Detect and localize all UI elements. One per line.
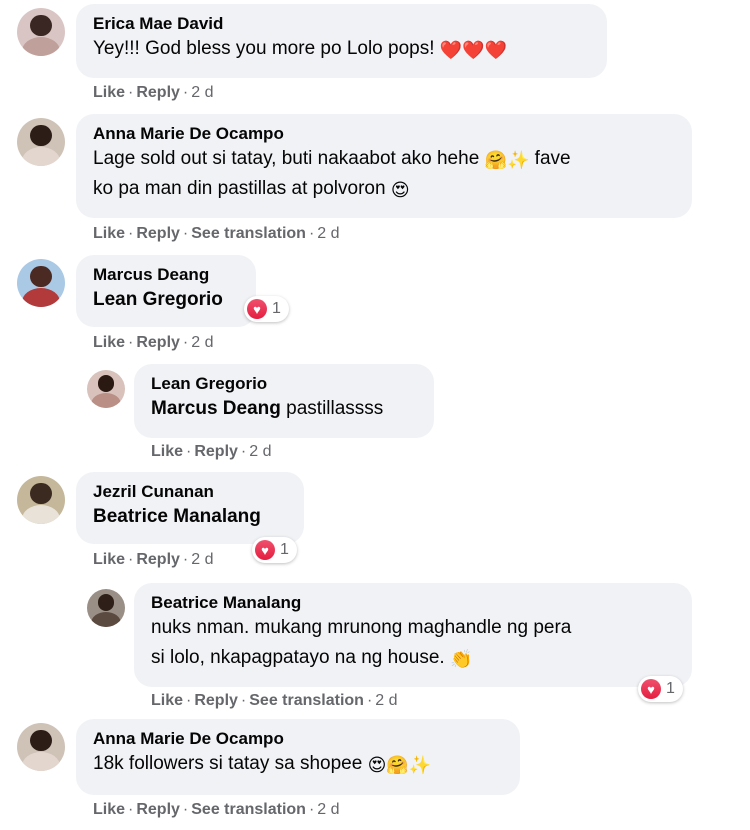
comment-actions: Like · Reply · 2 d: [151, 443, 272, 460]
comment-bubble: Lean Gregorio Marcus Deang pastillassss: [134, 364, 434, 438]
like-link[interactable]: Like: [151, 692, 183, 709]
comment-actions: Like · Reply · See translation · 2 d: [93, 801, 340, 818]
comment-author[interactable]: Erica Mae David: [93, 13, 591, 34]
like-link[interactable]: Like: [93, 801, 125, 818]
reaction-count: 1: [280, 541, 289, 558]
heart-icon: ♥: [247, 299, 267, 319]
like-link[interactable]: Like: [93, 551, 125, 568]
sparkles-emoji: ✨: [506, 150, 530, 170]
comment-text: Lean Gregorio: [93, 285, 240, 315]
comment-author[interactable]: Lean Gregorio: [151, 373, 418, 394]
comment-text: 18k followers si tatay sa shopee 😍🤗✨: [93, 753, 432, 775]
clapping-emoji: 👏: [449, 649, 473, 669]
reaction-count: 1: [272, 300, 281, 317]
avatar[interactable]: [87, 370, 125, 408]
like-link[interactable]: Like: [93, 84, 125, 101]
comment-bubble: Erica Mae David Yey!!! God bless you mor…: [76, 4, 607, 78]
reply-link[interactable]: Reply: [194, 692, 238, 709]
comment-author[interactable]: Beatrice Manalang: [151, 592, 676, 613]
reaction-badge[interactable]: ♥ 1: [252, 537, 297, 563]
avatar[interactable]: [17, 8, 65, 56]
avatar[interactable]: [17, 723, 65, 771]
comment-author[interactable]: Jezril Cunanan: [93, 481, 288, 502]
see-translation-link[interactable]: See translation: [249, 692, 364, 709]
comment-actions: Like · Reply · See translation · 2 d: [151, 692, 398, 709]
timestamp[interactable]: 2 d: [191, 551, 213, 568]
see-translation-link[interactable]: See translation: [191, 225, 306, 242]
comment-text: Lage sold out si tatay, buti nakaabot ak…: [93, 148, 571, 200]
heart-icon: ♥: [641, 679, 661, 699]
reply-link[interactable]: Reply: [136, 801, 180, 818]
reply-link[interactable]: Reply: [136, 225, 180, 242]
comment-text: nuks nman. mukang mrunong maghandle ng p…: [151, 617, 572, 669]
mention-link[interactable]: Marcus Deang: [151, 398, 281, 419]
reply-link[interactable]: Reply: [136, 334, 180, 351]
reaction-badge[interactable]: ♥ 1: [244, 296, 289, 322]
heart-icon: ♥: [255, 540, 275, 560]
sparkles-emoji: ✨: [408, 755, 432, 775]
like-link[interactable]: Like: [151, 443, 183, 460]
avatar[interactable]: [17, 118, 65, 166]
reaction-badge[interactable]: ♥ 1: [638, 676, 683, 702]
comment-actions: Like · Reply · 2 d: [93, 551, 214, 568]
like-link[interactable]: Like: [93, 225, 125, 242]
comment-text: Yey!!! God bless you more po Lolo pops! …: [93, 38, 508, 60]
like-link[interactable]: Like: [93, 334, 125, 351]
comment-bubble: Marcus Deang Lean Gregorio: [76, 255, 256, 327]
timestamp[interactable]: 2 d: [249, 443, 271, 460]
heart-emoji: ❤️: [484, 40, 508, 60]
timestamp[interactable]: 2 d: [317, 225, 339, 242]
avatar[interactable]: [87, 589, 125, 627]
reply-link[interactable]: Reply: [136, 84, 180, 101]
comment-bubble: Anna Marie De Ocampo 18k followers si ta…: [76, 719, 520, 795]
comment-bubble: Beatrice Manalang nuks nman. mukang mrun…: [134, 583, 692, 687]
timestamp[interactable]: 2 d: [191, 84, 213, 101]
comment-actions: Like · Reply · See translation · 2 d: [93, 225, 340, 242]
hugging-emoji: 🤗: [386, 755, 409, 775]
heart-emoji: ❤️: [439, 40, 463, 60]
reply-link[interactable]: Reply: [136, 551, 180, 568]
timestamp[interactable]: 2 d: [317, 801, 339, 818]
reply-link[interactable]: Reply: [194, 443, 238, 460]
comment-bubble: Jezril Cunanan Beatrice Manalang: [76, 472, 304, 544]
comment-actions: Like · Reply · 2 d: [93, 84, 214, 101]
comment-text: Beatrice Manalang: [93, 502, 288, 532]
heart-eyes-emoji: 😍: [390, 180, 410, 200]
timestamp[interactable]: 2 d: [375, 692, 397, 709]
mention-link[interactable]: Lean Gregorio: [93, 289, 223, 310]
comment-actions: Like · Reply · 2 d: [93, 334, 214, 351]
reaction-count: 1: [666, 680, 675, 697]
heart-eyes-emoji: 😍: [367, 755, 387, 775]
avatar[interactable]: [17, 476, 65, 524]
avatar[interactable]: [17, 259, 65, 307]
comment-author[interactable]: Anna Marie De Ocampo: [93, 728, 504, 749]
hugging-emoji: 🤗: [484, 150, 507, 170]
timestamp[interactable]: 2 d: [191, 334, 213, 351]
mention-link[interactable]: Beatrice Manalang: [93, 506, 261, 527]
comment-author[interactable]: Anna Marie De Ocampo: [93, 123, 676, 144]
see-translation-link[interactable]: See translation: [191, 801, 306, 818]
comment-text: Marcus Deang pastillassss: [151, 398, 384, 419]
heart-emoji: ❤️: [462, 40, 485, 60]
comment-author[interactable]: Marcus Deang: [93, 264, 240, 285]
comment-bubble: Anna Marie De Ocampo Lage sold out si ta…: [76, 114, 692, 218]
